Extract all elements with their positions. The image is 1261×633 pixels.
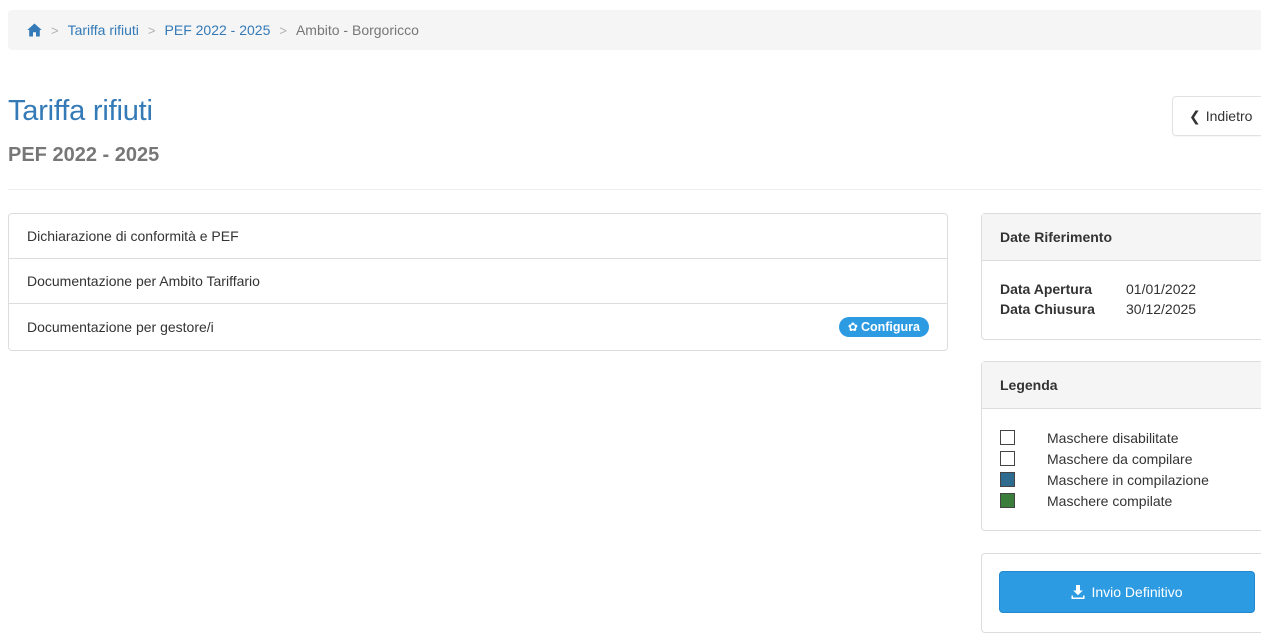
list-item-label: Documentazione per gestore/i — [27, 319, 214, 335]
date-row-apertura: Data Apertura 01/01/2022 — [1000, 279, 1253, 299]
legend-item: Maschere da compilare — [1000, 448, 1253, 469]
page-subtitle: PEF 2022 - 2025 — [8, 144, 160, 166]
legend-panel-title: Legenda — [982, 362, 1261, 409]
legend-swatch — [1000, 430, 1015, 445]
date-label: Data Apertura — [1000, 281, 1093, 297]
breadcrumb-current: Ambito - Borgoricco — [295, 22, 419, 38]
documents-list: Dichiarazione di conformità e PEF Docume… — [8, 213, 948, 351]
dates-panel: Date Riferimento Data Apertura 01/01/202… — [981, 213, 1261, 340]
back-button-label: Indietro — [1205, 108, 1253, 124]
breadcrumb-link-pef[interactable]: PEF 2022 - 2025 — [165, 22, 271, 38]
list-item-label: Dichiarazione di conformità e PEF — [27, 228, 239, 244]
legend-swatch — [1000, 451, 1015, 466]
chevron-left-icon: ❮ — [1189, 107, 1201, 124]
list-item-dichiarazione[interactable]: Dichiarazione di conformità e PEF — [9, 214, 947, 259]
download-icon — [1071, 585, 1085, 599]
home-icon[interactable] — [27, 23, 42, 37]
submit-final-label: Invio Definitivo — [1091, 584, 1183, 600]
date-row-chiusura: Data Chiusura 30/12/2025 — [1000, 299, 1253, 319]
breadcrumb-separator: > — [51, 22, 59, 38]
breadcrumb-separator: > — [279, 22, 287, 38]
date-value: 01/01/2022 — [1126, 281, 1197, 297]
legend-panel: Legenda Maschere disabilitate Maschere d… — [981, 361, 1261, 531]
legend-item: Maschere disabilitate — [1000, 427, 1253, 448]
legend-swatch — [1000, 493, 1015, 508]
breadcrumb: > Tariffa rifiuti > PEF 2022 - 2025 > Am… — [8, 10, 1261, 50]
legend-label: Maschere compilate — [1047, 492, 1173, 509]
legend-item: Maschere in compilazione — [1000, 469, 1253, 490]
date-value: 30/12/2025 — [1126, 301, 1197, 317]
page-title: Tariffa rifiuti — [8, 95, 153, 127]
list-item-label: Documentazione per Ambito Tariffario — [27, 273, 260, 289]
submit-final-button[interactable]: Invio Definitivo — [999, 571, 1255, 613]
dates-panel-title: Date Riferimento — [982, 214, 1261, 261]
legend-item: Maschere compilate — [1000, 490, 1253, 511]
breadcrumb-separator: > — [147, 22, 156, 38]
list-item-ambito[interactable]: Documentazione per Ambito Tariffario — [9, 259, 947, 304]
header-divider — [8, 189, 1261, 190]
configure-button-label: Configura — [860, 320, 920, 334]
back-button[interactable]: ❮ Indietro — [1172, 96, 1261, 136]
list-item-gestori[interactable]: Documentazione per gestore/i ✿ Configura — [9, 304, 947, 350]
legend-label: Maschere da compilare — [1047, 450, 1193, 467]
breadcrumb-link-tariffa[interactable]: Tariffa rifiuti — [68, 22, 139, 38]
submit-panel: Invio Definitivo — [981, 553, 1261, 633]
gear-icon: ✿ — [847, 320, 858, 334]
configure-button[interactable]: ✿ Configura — [838, 317, 929, 337]
legend-label: Maschere disabilitate — [1047, 429, 1179, 446]
legend-label: Maschere in compilazione — [1047, 471, 1209, 488]
date-label: Data Chiusura — [1000, 301, 1095, 317]
legend-swatch — [1000, 472, 1015, 487]
